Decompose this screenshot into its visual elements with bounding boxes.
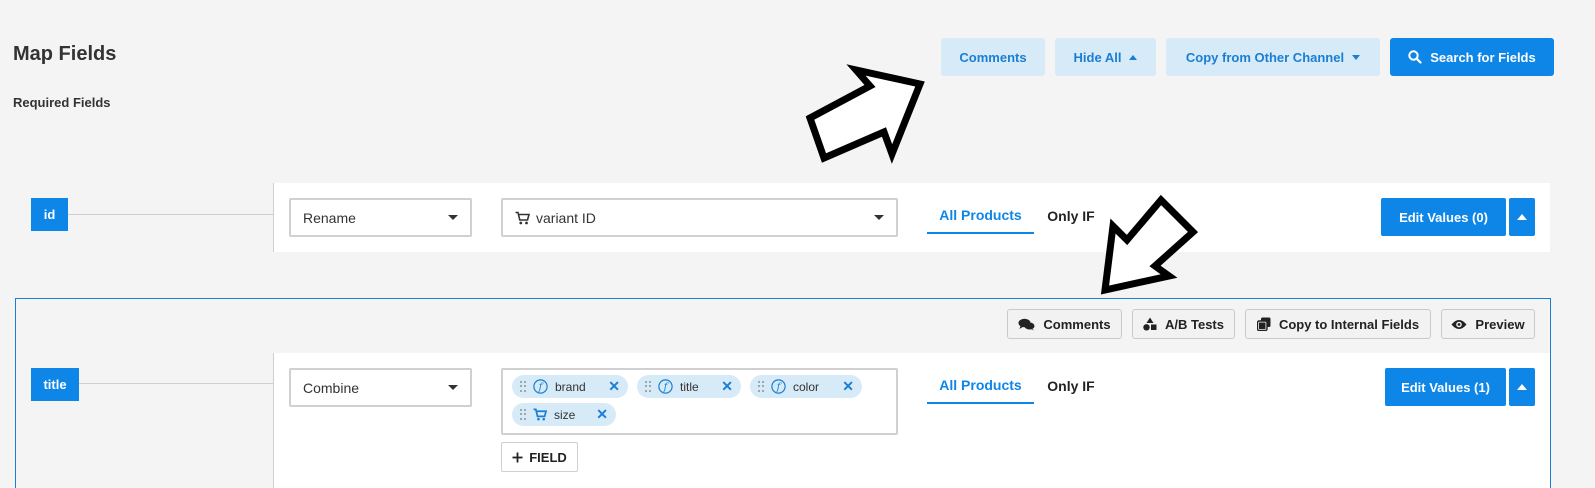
field-tag-title: title [31,368,79,401]
row-divider [273,353,274,488]
close-icon[interactable]: ✕ [596,406,608,423]
dropdown-arrow-icon [448,215,458,220]
chip-size[interactable]: size ✕ [512,403,616,426]
dropdown-arrow-icon [448,385,458,390]
copy-internal-fields-button[interactable]: Copy to Internal Fields [1245,309,1431,339]
chip-brand[interactable]: f brand ✕ [512,375,628,398]
search-fields-button[interactable]: Search for Fields [1390,38,1554,76]
search-fields-label: Search for Fields [1430,49,1536,65]
caret-up-icon [1517,214,1527,220]
tab-only-if-title[interactable]: Only IF [1040,368,1102,404]
comments-button[interactable]: Comments [941,38,1045,76]
caret-up-icon [1129,54,1138,60]
comments-button-label: Comments [959,49,1027,65]
tab-only-if-id[interactable]: Only IF [1040,198,1102,234]
cart-icon [515,211,530,224]
svg-text:f: f [538,382,545,393]
preview-label: Preview [1475,316,1525,332]
source-value: variant ID [536,209,596,226]
tab-all-products-title[interactable]: All Products [927,368,1034,404]
plus-icon [512,452,523,462]
ab-tests-button[interactable]: A/B Tests [1132,309,1235,339]
drag-handle-icon[interactable] [520,380,526,393]
row-divider [273,183,274,252]
close-icon[interactable]: ✕ [721,378,733,395]
operation-select-id[interactable]: Rename [289,198,472,237]
add-field-button[interactable]: FIELD [501,442,578,472]
copy-internal-fields-label: Copy to Internal Fields [1278,316,1420,332]
edit-values-button-id[interactable]: Edit Values (0) [1381,198,1506,236]
shapes-icon [1143,317,1157,331]
copy-from-channel-button[interactable]: Copy from Other Channel [1166,38,1380,76]
connector-line [67,214,273,215]
title-comments-button[interactable]: Comments [1007,309,1122,339]
page-title: Map Fields [13,43,117,65]
ab-tests-label: A/B Tests [1165,316,1224,332]
caret-down-icon [1352,54,1361,60]
function-icon: f [771,379,786,394]
collapse-button-id[interactable] [1509,198,1535,236]
comments-icon [1018,318,1035,330]
copy-from-channel-label: Copy from Other Channel [1185,49,1345,65]
section-subtitle: Required Fields [13,95,111,110]
chip-label: brand [555,379,586,394]
close-icon[interactable]: ✕ [842,378,854,395]
source-select-id[interactable]: variant ID [501,198,898,237]
title-comments-label: Comments [1043,316,1111,332]
annotation-arrow-down-left [1100,194,1199,295]
chip-label: size [554,407,576,422]
close-icon[interactable]: ✕ [608,378,620,395]
function-icon: f [533,379,548,394]
drag-handle-icon[interactable] [520,408,526,421]
operation-value: Combine [303,379,360,396]
chip-label: color [793,379,820,394]
operation-value: Rename [303,209,356,226]
operation-select-title[interactable]: Combine [289,368,472,407]
svg-text:f: f [776,382,783,393]
chip-label: title [680,379,699,394]
drag-handle-icon[interactable] [758,380,764,393]
hide-all-label: Hide All [1073,49,1122,65]
search-icon [1408,50,1422,64]
annotation-arrow-up-right [805,64,925,164]
preview-button[interactable]: Preview [1441,309,1535,339]
copy-icon [1256,317,1271,331]
collapse-button-title[interactable] [1509,368,1535,406]
eye-icon [1451,319,1467,329]
cart-icon [533,408,547,421]
chip-color[interactable]: f color ✕ [750,375,862,398]
chip-title[interactable]: f title ✕ [637,375,741,398]
dropdown-arrow-icon [874,215,884,220]
svg-text:f: f [663,382,670,393]
field-tag-id: id [31,198,68,231]
add-field-label: FIELD [529,449,567,465]
edit-values-button-title[interactable]: Edit Values (1) [1385,368,1506,406]
hide-all-button[interactable]: Hide All [1055,38,1156,76]
caret-up-icon [1517,384,1527,390]
drag-handle-icon[interactable] [645,380,651,393]
connector-line [78,383,273,384]
function-icon: f [658,379,673,394]
tab-all-products-id[interactable]: All Products [927,198,1034,234]
